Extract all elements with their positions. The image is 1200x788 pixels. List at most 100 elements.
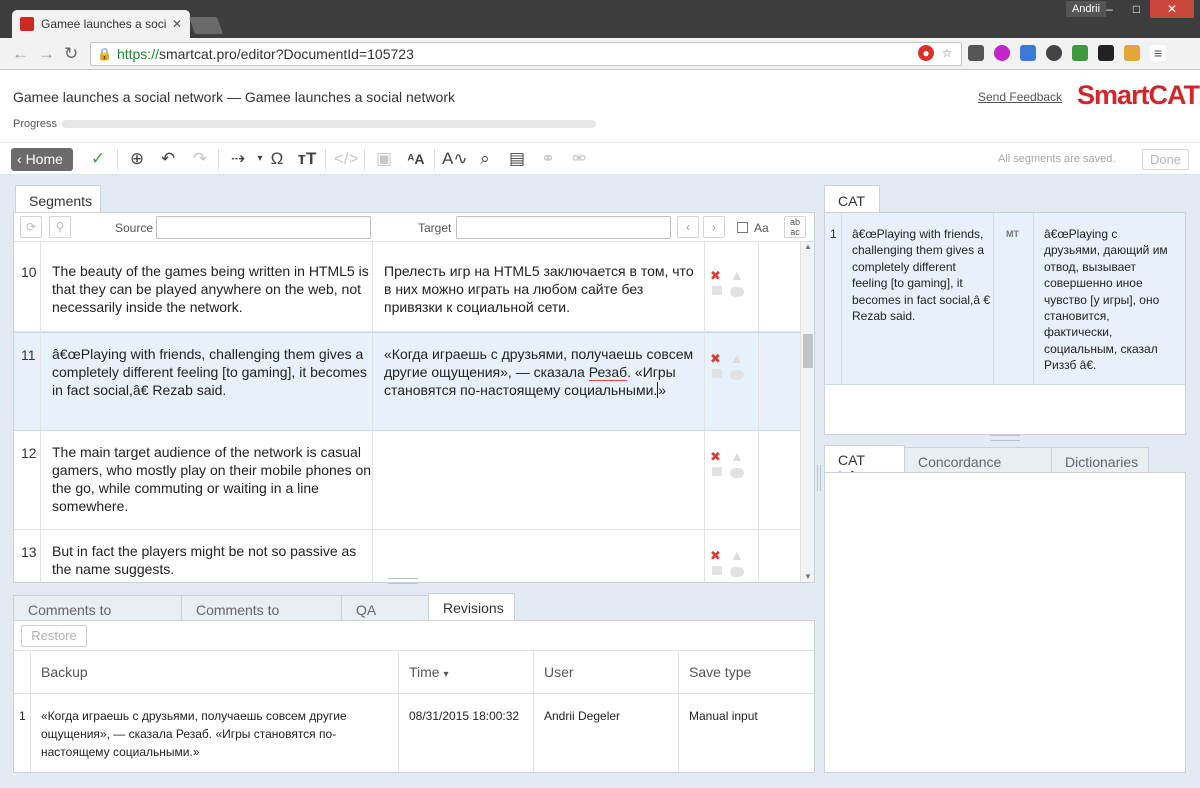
spellcheck-icon[interactable]: A∿ <box>442 148 468 170</box>
window-close-icon[interactable]: ✕ <box>1150 0 1194 18</box>
match-case-label: Aa <box>754 221 769 235</box>
segment-target[interactable]: Прелесть игр на HTML5 заключается в том,… <box>384 262 704 316</box>
search-icon[interactable]: ⌕ <box>473 148 497 170</box>
tab-qa-check[interactable]: QA Check <box>341 595 429 634</box>
tab-cat-info[interactable]: CAT Info <box>824 445 905 484</box>
undo-icon[interactable]: ↶ <box>156 148 180 170</box>
segment-number: 11 <box>21 347 36 363</box>
font-size-icon[interactable]: ᴬA <box>404 148 428 170</box>
maximize-icon[interactable]: □ <box>1123 0 1150 18</box>
dictionary-book-icon[interactable]: ▤ <box>505 148 529 170</box>
machine-translation-badge: MT <box>1006 229 1019 239</box>
extensions-bar: ≡ <box>968 45 1166 61</box>
column-header-user[interactable]: User <box>544 664 574 680</box>
segment-row[interactable]: 13 But in fact the players might be not … <box>14 530 800 582</box>
tab-revisions[interactable]: Revisions <box>428 593 515 621</box>
done-button[interactable]: Done <box>1142 149 1189 170</box>
special-chars-icon[interactable]: Ω <box>265 148 289 170</box>
comment-icon[interactable] <box>730 567 744 577</box>
scroll-up-icon[interactable]: ▲ <box>804 242 812 251</box>
unlink-icon[interactable]: ⚮ <box>567 148 591 170</box>
scroll-down-icon[interactable]: ▼ <box>804 572 812 581</box>
minimize-icon[interactable]: – <box>1096 0 1123 18</box>
tags-icon[interactable]: </> <box>334 148 359 170</box>
column-header-save-type[interactable]: Save type <box>689 664 751 680</box>
tab-segments[interactable]: Segments <box>15 185 101 213</box>
revisions-panel: Restore Backup Time ▾ User Save type 1 «… <box>13 620 815 775</box>
vertical-splitter[interactable] <box>817 465 821 491</box>
lock-icon[interactable] <box>712 369 722 378</box>
evernote-icon[interactable] <box>968 45 984 61</box>
comment-icon[interactable] <box>730 468 744 478</box>
pocket-like-icon[interactable] <box>994 45 1010 61</box>
segment-source: â€œPlaying with friends, challenging the… <box>52 346 367 398</box>
filter-icon[interactable]: ⚲ <box>49 216 71 238</box>
cat-match-target[interactable]: â€œPlaying с друзьями, дающий им отвод, … <box>1044 226 1174 374</box>
editor-toolbar: ‹ Home ✓ ⊕ ↶ ↷ ⇢ ▾ Ω ᴛT </> ▣ ᴬA A∿ ⌕ ▤ … <box>0 142 1200 175</box>
link-icon[interactable]: ⚭ <box>536 148 560 170</box>
segment-row[interactable]: 12 The main target audience of the netwo… <box>14 431 800 530</box>
tab-concordance-search[interactable]: Concordance Search <box>904 447 1052 486</box>
back-arrow-icon[interactable]: ← <box>12 44 29 64</box>
prev-match-icon[interactable]: ‹ <box>677 216 699 238</box>
tab-cat[interactable]: CAT <box>824 185 880 213</box>
segment-target-editor[interactable]: «Когда играешь с друзьями, получаешь сов… <box>384 345 704 399</box>
replace-icon[interactable]: ab ac <box>784 216 806 238</box>
comment-icon[interactable] <box>730 287 744 297</box>
lock-icon[interactable] <box>712 467 722 476</box>
comment-icon[interactable] <box>730 370 744 380</box>
column-header-backup[interactable]: Backup <box>41 664 88 680</box>
hammer-extension-icon[interactable] <box>1124 45 1140 61</box>
segments-scrollbar[interactable]: ▲ ▼ <box>800 242 814 582</box>
tab-dictionaries[interactable]: Dictionaries <box>1051 447 1149 473</box>
address-bar[interactable]: 🔒 https:// smartcat.pro/editor?DocumentI… <box>90 42 962 66</box>
misspelled-word[interactable]: Резаб <box>588 364 628 381</box>
save-status: All segments are saved. <box>998 153 1116 165</box>
smartcat-favicon-icon <box>20 17 34 31</box>
menu-icon[interactable]: ≡ <box>1150 45 1166 61</box>
url-path: smartcat.pro/editor?DocumentId=105723 <box>158 46 414 62</box>
cat-panel: CAT 1 â€œPlaying with friends, challengi… <box>824 185 1186 435</box>
forward-arrow-icon[interactable]: → <box>38 44 55 64</box>
revision-save-type: Manual input <box>689 709 758 723</box>
unconfirmed-x-icon: ✖ <box>710 548 721 563</box>
download-icon[interactable]: ⊕ <box>125 148 149 170</box>
redo-icon[interactable]: ↷ <box>188 148 212 170</box>
copy-source-icon[interactable]: ⇢ <box>226 148 250 170</box>
download-extension-icon[interactable] <box>1072 45 1088 61</box>
extension-badge-icon[interactable]: ● <box>918 45 934 61</box>
send-feedback-link[interactable]: Send Feedback <box>978 90 1062 104</box>
tab-comments-to-segment[interactable]: Comments to Segment <box>181 595 342 634</box>
confirm-check-icon[interactable]: ✓ <box>86 148 110 170</box>
tab-comments-to-document[interactable]: Comments to Document <box>13 595 182 634</box>
home-label: Home <box>25 151 63 167</box>
source-filter-input[interactable] <box>156 216 371 239</box>
next-match-icon[interactable]: › <box>703 216 725 238</box>
text-format-icon[interactable]: ᴛT <box>295 148 319 170</box>
calendar-extension-icon[interactable] <box>1020 45 1036 61</box>
segment-row[interactable]: 10 The beauty of the games being written… <box>14 242 800 332</box>
column-header-time[interactable]: Time ▾ <box>409 664 449 680</box>
lock-icon[interactable] <box>712 566 722 575</box>
home-button[interactable]: ‹ Home <box>11 148 73 171</box>
target-filter-input[interactable] <box>456 216 671 239</box>
cat-match-row[interactable]: 1 â€œPlaying with friends, challenging t… <box>825 213 1185 385</box>
lock-icon[interactable] <box>712 286 722 295</box>
green-dot-extension-icon[interactable] <box>1098 45 1114 61</box>
match-case-checkbox[interactable] <box>737 222 748 233</box>
bookmark-star-icon[interactable]: ☆ <box>939 45 955 61</box>
new-tab-button[interactable] <box>188 17 224 34</box>
shield-extension-icon[interactable] <box>1046 45 1062 61</box>
browser-tab[interactable]: Gamee launches a social r ✕ <box>12 10 190 38</box>
segment-row-active[interactable]: 11 â€œPlaying with friends, challenging … <box>14 332 800 432</box>
restore-button[interactable]: Restore <box>21 625 87 647</box>
horizontal-splitter[interactable] <box>388 578 418 584</box>
cat-splitter[interactable] <box>990 435 1020 441</box>
refresh-icon[interactable]: ⟳ <box>20 216 42 238</box>
revision-backup-text[interactable]: «Когда играешь с друзьями, получаешь сов… <box>41 707 361 761</box>
cat-match-number: 1 <box>830 227 837 241</box>
add-term-icon[interactable]: ▣ <box>372 148 396 170</box>
scroll-thumb[interactable] <box>803 334 813 368</box>
tab-close-icon[interactable]: ✕ <box>172 17 182 31</box>
reload-icon[interactable]: ↻ <box>64 44 78 64</box>
